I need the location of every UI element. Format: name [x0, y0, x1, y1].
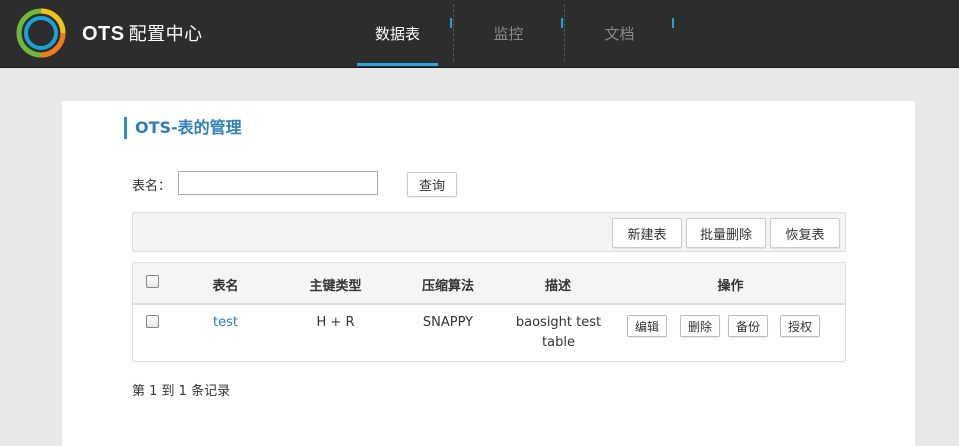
tab-monitor-label: 监控	[493, 25, 524, 43]
col-header-compression[interactable]: 压缩算法	[408, 275, 488, 294]
row-key-type: H + R	[316, 315, 355, 330]
table-name-label: 表名：	[132, 179, 172, 194]
tab-divider-marker	[561, 18, 563, 28]
pagination-info: 第 1 到 1 条记录	[132, 384, 231, 399]
row-description: baosight test table	[501, 313, 616, 353]
table-header-row: 表名 主键类型 压缩算法 描述 操作	[133, 263, 845, 305]
col-header-actions: 操作	[717, 279, 744, 294]
tab-tables-label: 数据表	[374, 25, 420, 43]
backup-button[interactable]: 备份	[728, 315, 768, 337]
table-toolbar: 新建表 批量删除 恢复表	[132, 212, 846, 252]
content-panel: OTS-表的管理 表名： 查询 新建表 批量删除 恢复表 表名 主键类型 压缩算…	[62, 101, 915, 446]
row-description-line1: baosight test	[515, 315, 602, 330]
delete-button[interactable]: 删除	[680, 315, 720, 337]
tab-divider-marker	[450, 18, 452, 28]
tab-docs-label: 文档	[604, 25, 635, 43]
table-name-input[interactable]	[178, 171, 378, 195]
brand-subtitle: 配置中心	[128, 24, 203, 45]
page-title: OTS-表的管理	[124, 117, 242, 139]
authorize-button[interactable]: 授权	[780, 315, 820, 337]
tab-docs[interactable]: 文档	[564, 0, 675, 67]
brand-name: OTS	[82, 23, 125, 45]
edit-button[interactable]: 编辑	[627, 315, 667, 337]
row-compression: SNAPPY	[422, 315, 474, 330]
top-header: OTS 配置中心 数据表 监控 文档	[0, 0, 959, 68]
query-button[interactable]: 查询	[407, 172, 457, 197]
main-nav: 数据表 监控 文档	[342, 0, 675, 67]
tab-divider-marker	[672, 18, 674, 28]
brand-title[interactable]: OTS 配置中心	[82, 20, 203, 46]
tables-grid: 表名 主键类型 压缩算法 描述 操作 test H + R SNAPPY bao…	[132, 262, 846, 362]
batch-delete-button[interactable]: 批量删除	[686, 218, 766, 248]
col-header-name[interactable]: 表名	[203, 275, 248, 294]
tab-monitor[interactable]: 监控	[453, 0, 564, 67]
col-header-description[interactable]: 描述	[528, 275, 588, 294]
row-checkbox[interactable]	[146, 315, 159, 328]
ring-logo-icon[interactable]	[16, 8, 66, 58]
tab-tables[interactable]: 数据表	[342, 0, 453, 67]
select-all-checkbox[interactable]	[146, 275, 159, 288]
row-description-line2: table	[542, 335, 575, 350]
new-table-button[interactable]: 新建表	[612, 218, 682, 248]
restore-table-button[interactable]: 恢复表	[770, 218, 840, 248]
row-table-name-link[interactable]: test	[198, 315, 253, 330]
col-header-key-type[interactable]: 主键类型	[298, 275, 373, 294]
